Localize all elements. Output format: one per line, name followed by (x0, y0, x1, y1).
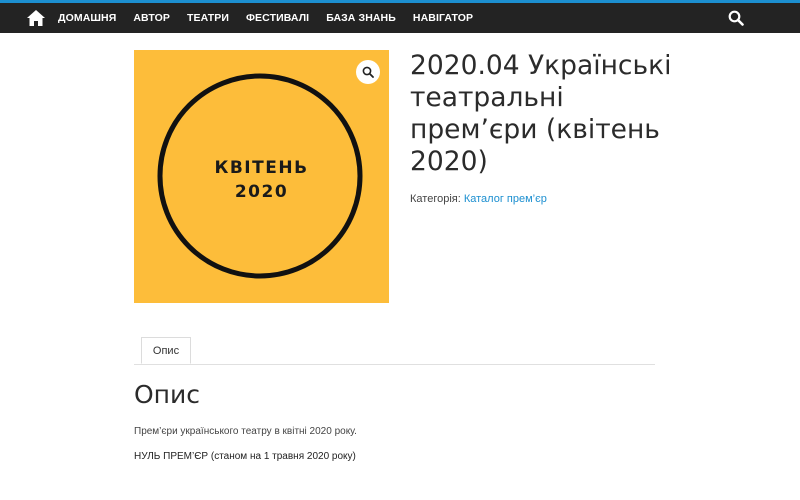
search-icon[interactable] (728, 10, 744, 26)
nav-item-knowledge-base[interactable]: БАЗА ЗНАНЬ (326, 12, 396, 24)
nav-item-theatres[interactable]: ТЕАТРИ (187, 12, 229, 24)
tabs-divider (134, 364, 655, 365)
product-category: Категорія: Каталог прем’єр (410, 193, 547, 205)
nav-item-festivals[interactable]: ФЕСТИВАЛІ (246, 12, 309, 24)
nav-item-navigator[interactable]: НАВІГАТОР (413, 12, 473, 24)
zoom-button[interactable] (356, 60, 380, 84)
nav-item-author[interactable]: АВТОР (133, 12, 170, 24)
image-text-month: КВІТЕНЬ (214, 158, 309, 178)
tab-description[interactable]: Опис (141, 337, 191, 364)
product-title: 2020.04 Українські театральні прем’єри (… (410, 50, 672, 177)
product-image[interactable]: КВІТЕНЬ 2020 (134, 50, 389, 303)
top-navigation-bar: ДОМАШНЯ АВТОР ТЕАТРИ ФЕСТИВАЛІ БАЗА ЗНАН… (0, 0, 800, 33)
premieres-count-note: НУЛЬ ПРЕМ’ЄР (станом на 1 травня 2020 ро… (134, 451, 356, 462)
description-heading: Опис (134, 380, 201, 409)
category-link[interactable]: Каталог прем’єр (464, 193, 547, 205)
main-menu: ДОМАШНЯ АВТОР ТЕАТРИ ФЕСТИВАЛІ БАЗА ЗНАН… (58, 3, 490, 33)
home-icon[interactable] (26, 8, 46, 28)
magnifier-icon (362, 66, 374, 78)
nav-item-home[interactable]: ДОМАШНЯ (58, 12, 116, 24)
description-paragraph: Прем’єри українського театру в квітні 20… (134, 426, 357, 437)
category-label: Категорія: (410, 193, 461, 205)
image-text-year: 2020 (234, 182, 289, 202)
